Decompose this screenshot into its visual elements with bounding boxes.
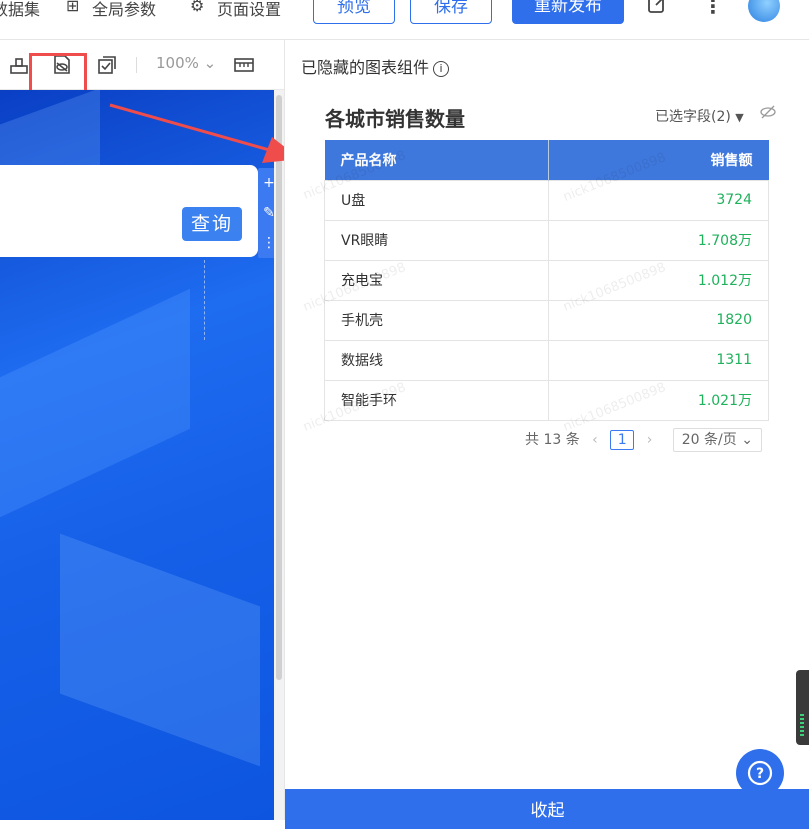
ruler-icon[interactable] [233,54,255,76]
prev-page-icon[interactable]: ‹ [592,432,598,448]
preview-button[interactable]: 预览 [313,0,395,24]
widget-title: 各城市销售数量 [325,107,465,131]
info-icon[interactable]: i [433,60,450,77]
page-size-select[interactable]: 20 条/页 ⌄ [672,428,762,452]
query-button[interactable]: 查询 [182,207,242,241]
total-count: 共 13 条 [525,432,580,448]
arrow-annotation [109,103,300,163]
background-decoration [60,533,260,767]
field-select[interactable]: 已选字段(2) ▼ [655,106,744,126]
guide-line [204,260,205,340]
table-row[interactable]: 手机壳 1820 [323,299,769,341]
divider [136,57,137,73]
avatar[interactable] [748,0,780,22]
table-row[interactable]: 数据线 1311 [323,339,769,381]
hidden-components-panel: 已隐藏的图表组件 i 各城市销售数量 已选字段(2) ▼ 产品名称 销售额 U盘 … [284,40,809,829]
dataset-menu[interactable]: 数据集 [0,0,40,20]
global-params-icon: ⊞ [66,0,80,15]
side-status-widget[interactable] [796,670,809,745]
query-card: 查询 [0,165,258,257]
dashboard-canvas[interactable]: 查询 [0,90,274,820]
background-decoration [0,288,190,532]
table-cell: 1.708万 [548,219,769,261]
more-icon[interactable]: ⋮ [703,0,723,18]
collapse-button[interactable]: 收起 [285,789,809,829]
republish-button[interactable]: 重新发布 [512,0,624,24]
gear-icon: ⚙ [190,0,205,15]
top-bar: 数据集 ⊞ 全局参数 ⚙ 页面设置 预览 保存 重新发布 ⋮ [0,0,809,40]
chevron-down-icon: ⌄ [741,432,753,448]
svg-text:?: ? [756,766,764,782]
pagination: 共 13 条 ‹ 1 › 20 条/页 ⌄ [525,428,762,452]
zoom-select[interactable]: 100% ⌄ [156,54,216,72]
save-button[interactable]: 保存 [410,0,492,24]
table-cell: 数据线 [323,339,550,381]
caret-down-icon: ▼ [735,111,744,124]
table-row[interactable]: U盘 3724 [323,179,769,221]
table-cell: VR眼睛 [323,219,550,261]
external-link-icon[interactable] [646,0,668,16]
page-number[interactable]: 1 [610,430,635,450]
editor-toolbar: 100% ⌄ [0,40,284,141]
global-params-menu[interactable]: 全局参数 [92,0,156,20]
table-cell: 手机壳 [323,299,550,341]
level-meter-icon [800,714,804,736]
canvas-scrollbar[interactable] [276,95,282,680]
panel-header: 已隐藏的图表组件 i [301,54,450,78]
next-page-icon[interactable]: › [647,432,653,448]
eye-off-icon[interactable] [759,104,777,120]
table-cell: 1311 [548,339,769,381]
clean-icon[interactable] [8,54,30,76]
checkbox-icon[interactable] [96,54,118,76]
table-row[interactable]: VR眼睛 1.708万 [323,219,769,261]
table-cell: U盘 [323,179,550,221]
page-settings-menu[interactable]: 页面设置 [217,0,281,20]
